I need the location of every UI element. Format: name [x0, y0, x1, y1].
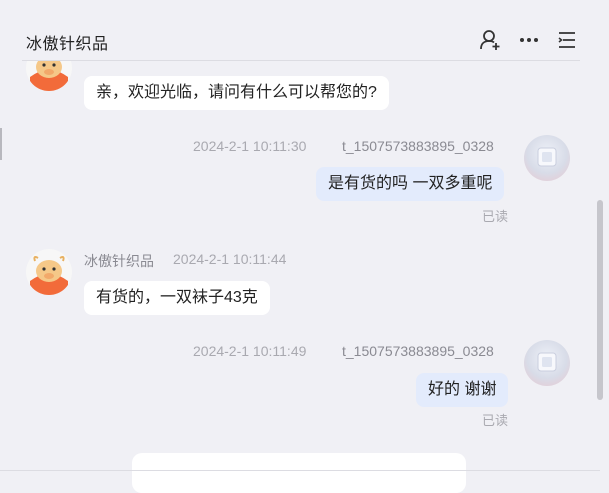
more-icon[interactable]	[517, 28, 541, 52]
menu-icon[interactable]	[555, 28, 579, 52]
message-sender: t_1507573883895_0328	[342, 138, 494, 154]
seller-avatar	[26, 249, 72, 295]
user-avatar-icon	[537, 352, 557, 372]
user-avatar	[524, 340, 570, 386]
shop-name-title: 冰傲针织品	[26, 36, 109, 53]
user-add-icon[interactable]	[478, 28, 502, 52]
bottom-divider	[0, 470, 600, 471]
message-bubble[interactable]: 是有货的吗 一双多重呢	[316, 167, 505, 201]
cow-mascot-icon	[26, 61, 72, 91]
read-status: 已读	[482, 413, 509, 428]
message-list[interactable]: 亲，欢迎光临，请问有什么可以帮您的? 2024-2-1 10:11:30 t_1…	[0, 61, 600, 475]
message-bubble[interactable]: 好的 谢谢	[416, 373, 509, 407]
bottom-panel[interactable]	[132, 453, 466, 493]
user-avatar-icon	[537, 147, 557, 167]
chat-header: 冰傲针织品	[0, 0, 600, 60]
read-status: 已读	[482, 209, 509, 224]
message-bubble[interactable]: 有货的，一双袜子43克	[84, 281, 270, 315]
message-bubble[interactable]: 亲，欢迎光临，请问有什么可以帮您的?	[84, 76, 389, 110]
user-avatar	[524, 135, 570, 181]
message-sender: 冰傲针织品	[84, 253, 154, 269]
message-sender: t_1507573883895_0328	[342, 343, 494, 359]
message-time: 2024-2-1 10:11:44	[173, 251, 287, 267]
chat-scrollbar[interactable]	[597, 200, 603, 400]
message-time: 2024-2-1 10:11:49	[193, 343, 307, 359]
seller-avatar	[26, 61, 72, 91]
message-time: 2024-2-1 10:11:30	[193, 138, 307, 154]
cow-mascot-icon	[26, 249, 72, 295]
